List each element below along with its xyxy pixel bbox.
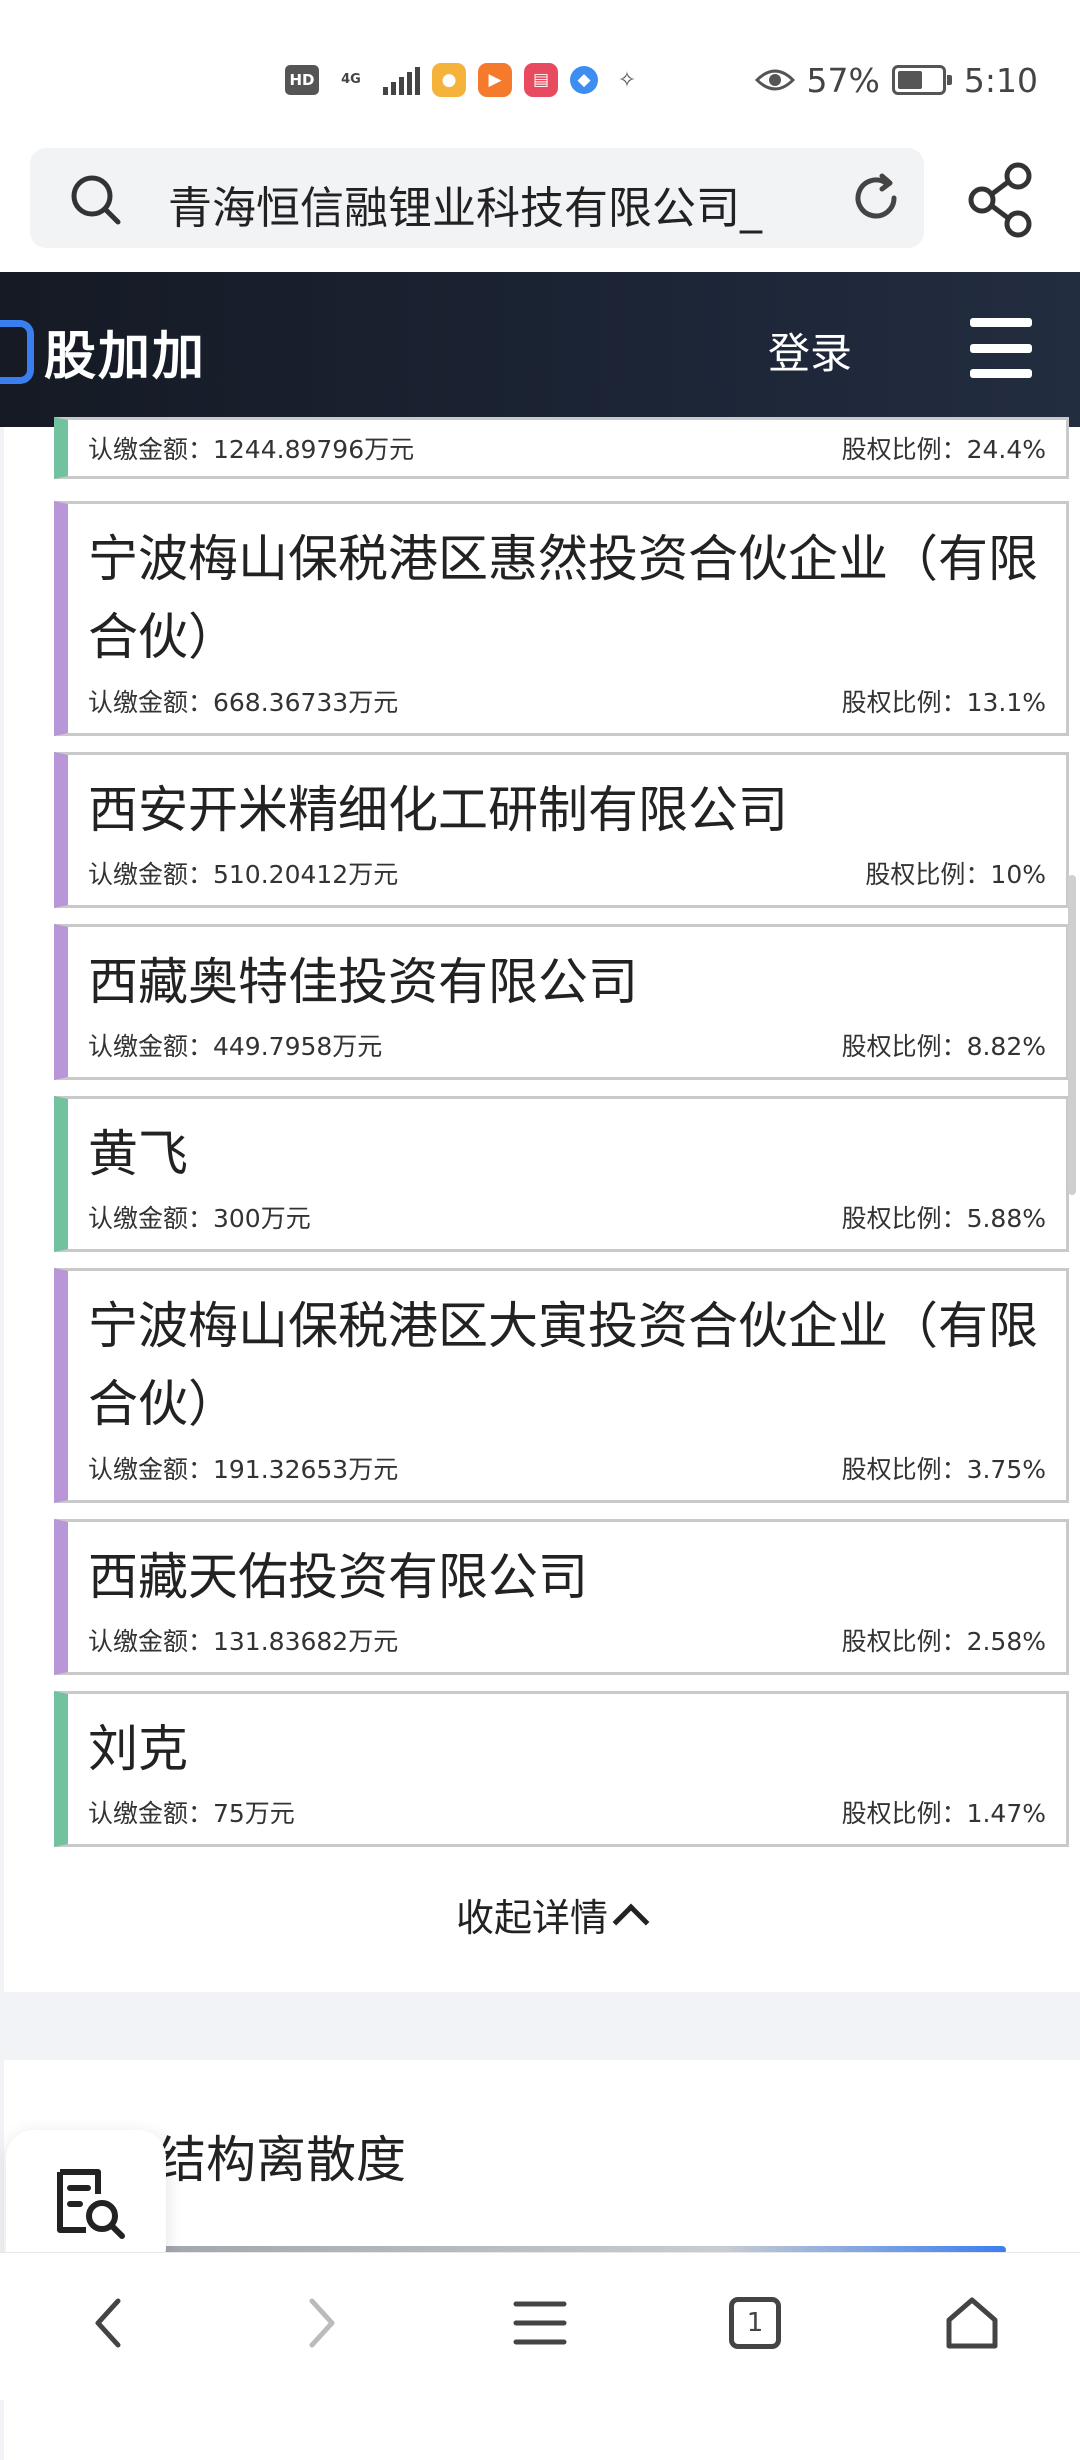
browser-toolbar: 青海恒信融锂业科技有限公司_ <box>0 140 1080 272</box>
menu-lines-icon <box>513 2301 567 2345</box>
reader-app-icon: ▤ <box>524 63 558 97</box>
battery-percent: 57% <box>806 60 880 100</box>
address-bar[interactable]: 青海恒信融锂业科技有限公司_ <box>30 148 924 248</box>
shareholder-card[interactable]: 西藏奥特佳投资有限公司 认缴金额：449.7958万元 股权比例：8.82% <box>54 924 1069 1080</box>
tab-count-badge: 1 <box>729 2297 781 2349</box>
clock: 5:10 <box>963 60 1038 100</box>
tabs-button[interactable]: 1 <box>705 2273 805 2373</box>
shareholder-name: 宁波梅山保税港区大寅投资合伙企业（有限合伙） <box>88 1297 1038 1433</box>
menu-button[interactable] <box>490 2273 590 2373</box>
logo-mark-icon <box>0 319 34 384</box>
subscribed-amount: 认缴金额：510.20412万元 <box>88 860 399 889</box>
signal-icon <box>383 65 420 95</box>
reload-icon[interactable] <box>848 170 904 226</box>
hd-icon: HD <box>285 65 319 95</box>
equity-ratio: 股权比例：1.47% <box>841 1799 1046 1828</box>
app-notification-icon: ● <box>432 63 466 97</box>
subscribed-amount: 认缴金额：300万元 <box>88 1204 311 1233</box>
site-logo[interactable]: 股加加 <box>0 314 206 389</box>
shareholder-card[interactable]: 西藏天佑投资有限公司 认缴金额：131.83682万元 股权比例：2.58% <box>54 1519 1069 1675</box>
shareholder-name: 宁波梅山保税港区惠然投资合伙企业（有限合伙） <box>88 530 1038 666</box>
back-arrow-icon <box>95 2298 121 2348</box>
browser-bottom-nav: 1 <box>0 2252 1080 2400</box>
subscribed-amount: 认缴金额：668.36733万元 <box>88 688 399 717</box>
alipay-icon: ✧ <box>617 67 637 93</box>
status-right: 57% 5:10 <box>754 56 1038 104</box>
browser-app-icon: ◆ <box>570 66 598 94</box>
subscribed-amount: 认缴金额：131.83682万元 <box>88 1627 399 1656</box>
site-header: 股加加 登录 <box>0 272 1080 427</box>
logo-text: 股加加 <box>44 327 207 387</box>
subscribed-amount: 认缴金额：1244.89796万元 <box>88 435 415 464</box>
battery-icon <box>891 65 952 95</box>
subscribed-amount: 认缴金额：75万元 <box>88 1799 295 1828</box>
back-button[interactable] <box>58 2273 158 2373</box>
forward-button[interactable] <box>272 2273 372 2373</box>
shareholder-card[interactable]: 宁波梅山保税港区惠然投资合伙企业（有限合伙） 认缴金额：668.36733万元 … <box>54 501 1069 736</box>
equity-ratio: 股权比例：13.1% <box>841 688 1046 717</box>
shareholder-name: 刘克 <box>88 1720 188 1778</box>
collapse-label: 收起详情 <box>456 1896 609 1940</box>
shareholder-card[interactable]: 西安开米精细化工研制有限公司 认缴金额：510.20412万元 股权比例：10% <box>54 752 1069 908</box>
home-icon <box>946 2297 998 2349</box>
status-icons: HD 4G ● ▶ ▤ ◆ ✧ <box>285 58 644 102</box>
shareholder-panel: 认缴金额：1244.89796万元 股权比例：24.4% 宁波梅山保税港区惠然投… <box>4 417 1080 1992</box>
shareholder-name: 西安开米精细化工研制有限公司 <box>88 781 788 839</box>
equity-ratio: 股权比例：2.58% <box>841 1627 1046 1656</box>
equity-ratio: 股权比例：3.75% <box>841 1455 1046 1484</box>
collapse-details-button[interactable]: 收起详情 <box>456 1887 650 1942</box>
equity-ratio: 股权比例：24.4% <box>841 435 1046 464</box>
share-icon[interactable] <box>960 158 1044 242</box>
equity-ratio: 股权比例：10% <box>865 860 1046 889</box>
address-text: 青海恒信融锂业科技有限公司_ <box>168 183 762 234</box>
network-type-icon: 4G <box>341 72 361 87</box>
shareholder-name: 西藏天佑投资有限公司 <box>88 1548 588 1606</box>
page-scrollbar[interactable] <box>1068 875 1076 1195</box>
equity-ratio: 股权比例：8.82% <box>841 1032 1046 1061</box>
chevron-up-icon <box>612 1903 650 1940</box>
eye-icon <box>754 69 795 91</box>
subscribed-amount: 认缴金额：191.32653万元 <box>88 1455 399 1484</box>
status-bar: HD 4G ● ▶ ▤ ◆ ✧ 57% 5:10 <box>0 0 1080 140</box>
login-link[interactable]: 登录 <box>768 320 852 381</box>
search-icon <box>71 175 121 225</box>
home-button[interactable] <box>922 2273 1022 2373</box>
shareholder-card[interactable]: 刘克 认缴金额：75万元 股权比例：1.47% <box>54 1691 1069 1847</box>
hamburger-menu-icon[interactable] <box>970 318 1032 378</box>
shareholder-name: 西藏奥特佳投资有限公司 <box>88 953 638 1011</box>
subscribed-amount: 认缴金额：449.7958万元 <box>88 1032 383 1061</box>
document-search-icon <box>57 2169 125 2239</box>
shareholder-card[interactable]: 认缴金额：1244.89796万元 股权比例：24.4% <box>54 417 1069 479</box>
shareholder-card[interactable]: 宁波梅山保税港区大寅投资合伙企业（有限合伙） 认缴金额：191.32653万元 … <box>54 1268 1069 1503</box>
video-app-icon: ▶ <box>478 63 512 97</box>
shareholder-name: 黄飞 <box>88 1125 188 1183</box>
equity-ratio: 股权比例：5.88% <box>841 1204 1046 1233</box>
shareholder-card[interactable]: 黄飞 认缴金额：300万元 股权比例：5.88% <box>54 1096 1069 1252</box>
forward-arrow-icon <box>309 2298 335 2348</box>
